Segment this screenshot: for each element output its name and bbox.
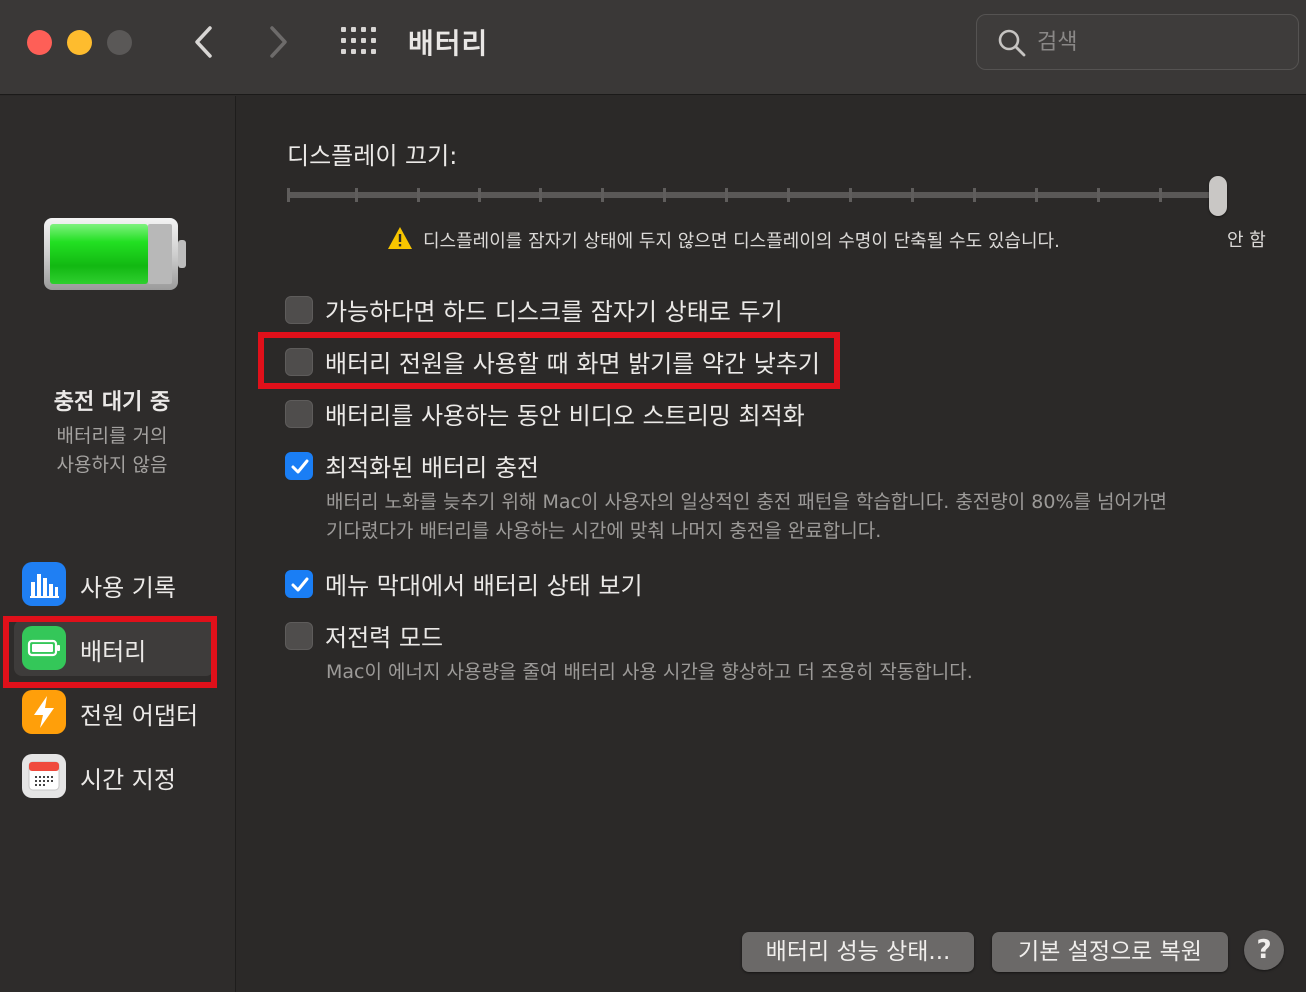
- display-off-slider-knob[interactable]: [1209, 176, 1227, 216]
- checkmark-icon: [291, 577, 309, 592]
- search-icon: [998, 29, 1026, 57]
- low-power-mode-checkbox[interactable]: [285, 622, 313, 650]
- usage-chart-icon: [22, 562, 66, 606]
- slider-never-label: 안 함: [1227, 230, 1266, 251]
- display-off-slider-track[interactable]: [287, 192, 1221, 198]
- warning-icon: [388, 227, 412, 249]
- close-window-button[interactable]: [27, 30, 52, 55]
- slider-tick: [911, 188, 914, 202]
- show-all-button[interactable]: [340, 26, 378, 56]
- battery-health-button[interactable]: 배터리 성능 상태...: [742, 932, 974, 972]
- optimized-charging-checkbox[interactable]: [285, 452, 313, 480]
- calendar-icon: [22, 754, 66, 798]
- sidebar-item-label: 전원 어댑터: [80, 702, 199, 730]
- restore-defaults-button[interactable]: 기본 설정으로 복원: [992, 932, 1228, 972]
- slider-tick: [355, 188, 358, 202]
- dim-display-checkbox[interactable]: [285, 348, 313, 376]
- slider-tick: [787, 188, 790, 202]
- option-label: 배터리를 사용하는 동안 비디오 스트리밍 최적화: [325, 402, 805, 430]
- slider-tick: [663, 188, 666, 202]
- search-field[interactable]: [976, 14, 1299, 70]
- display-off-label: 디스플레이 끄기:: [287, 142, 458, 170]
- slider-tick: [849, 188, 852, 202]
- help-button[interactable]: ?: [1244, 930, 1284, 970]
- battery-status-title: 충전 대기 중: [53, 390, 171, 415]
- title-bar: 배터리: [0, 0, 1306, 95]
- slider-tick: [1035, 188, 1038, 202]
- slider-tick: [1097, 188, 1100, 202]
- low-power-mode-description: Mac이 에너지 사용량을 줄여 배터리 사용 시간을 향상하고 더 조용히 작…: [326, 661, 973, 683]
- slider-tick: [973, 188, 976, 202]
- sidebar-item-battery[interactable]: 배터리: [14, 620, 214, 676]
- sidebar-item-label: 시간 지정: [80, 766, 176, 794]
- slider-tick: [478, 188, 481, 202]
- sidebar-item-usage-history[interactable]: 사용 기록: [14, 556, 214, 612]
- slider-tick: [1159, 188, 1162, 202]
- window-title: 배터리: [408, 27, 489, 60]
- option-label: 메뉴 막대에서 배터리 상태 보기: [325, 572, 643, 600]
- hard-disk-sleep-checkbox[interactable]: [285, 296, 313, 324]
- option-label: 저전력 모드: [325, 624, 444, 652]
- zoom-window-button[interactable]: [107, 30, 132, 55]
- battery-status-subtitle: 배터리를 거의 사용하지 않음: [56, 425, 168, 476]
- slider-tick: [539, 188, 542, 202]
- grid-icon: [341, 27, 376, 54]
- search-input[interactable]: [1037, 25, 1277, 59]
- sidebar-item-label: 사용 기록: [80, 574, 176, 602]
- lightning-icon: [22, 690, 66, 734]
- battery-level-icon: [44, 218, 186, 290]
- option-label: 가능하다면 하드 디스크를 잠자기 상태로 두기: [325, 298, 783, 326]
- sidebar-item-label: 배터리: [80, 638, 147, 666]
- sidebar-item-power-adapter[interactable]: 전원 어댑터: [14, 684, 214, 740]
- video-streaming-checkbox[interactable]: [285, 400, 313, 428]
- slider-tick: [417, 188, 420, 202]
- forward-button[interactable]: [258, 22, 298, 62]
- chevron-left-icon: [195, 26, 212, 58]
- checkmark-icon: [291, 459, 309, 474]
- option-label: 배터리 전원을 사용할 때 화면 밝기를 약간 낮추기: [325, 350, 821, 378]
- main-panel: 디스플레이 끄기: 디스플레이를 잠자기 상태에 두지 않으면 디스플레이의 수…: [237, 96, 1306, 992]
- slider-tick: [287, 188, 290, 202]
- back-button[interactable]: [184, 22, 224, 62]
- battery-icon: [22, 626, 66, 670]
- minimize-window-button[interactable]: [67, 30, 92, 55]
- chevron-right-icon: [270, 26, 287, 58]
- sidebar: 충전 대기 중 배터리를 거의 사용하지 않음 사용 기록 배터리 전원 어댑터…: [0, 96, 236, 992]
- slider-tick: [601, 188, 604, 202]
- option-label: 최적화된 배터리 충전: [325, 454, 539, 482]
- sidebar-item-schedule[interactable]: 시간 지정: [14, 748, 214, 804]
- slider-tick: [725, 188, 728, 202]
- warning-text: 디스플레이를 잠자기 상태에 두지 않으면 디스플레이의 수명이 단축될 수도 …: [423, 231, 1060, 252]
- optimized-charging-description: 배터리 노화를 늦추기 위해 Mac이 사용자의 일상적인 충전 패턴을 학습합…: [326, 491, 1167, 542]
- menu-bar-status-checkbox[interactable]: [285, 570, 313, 598]
